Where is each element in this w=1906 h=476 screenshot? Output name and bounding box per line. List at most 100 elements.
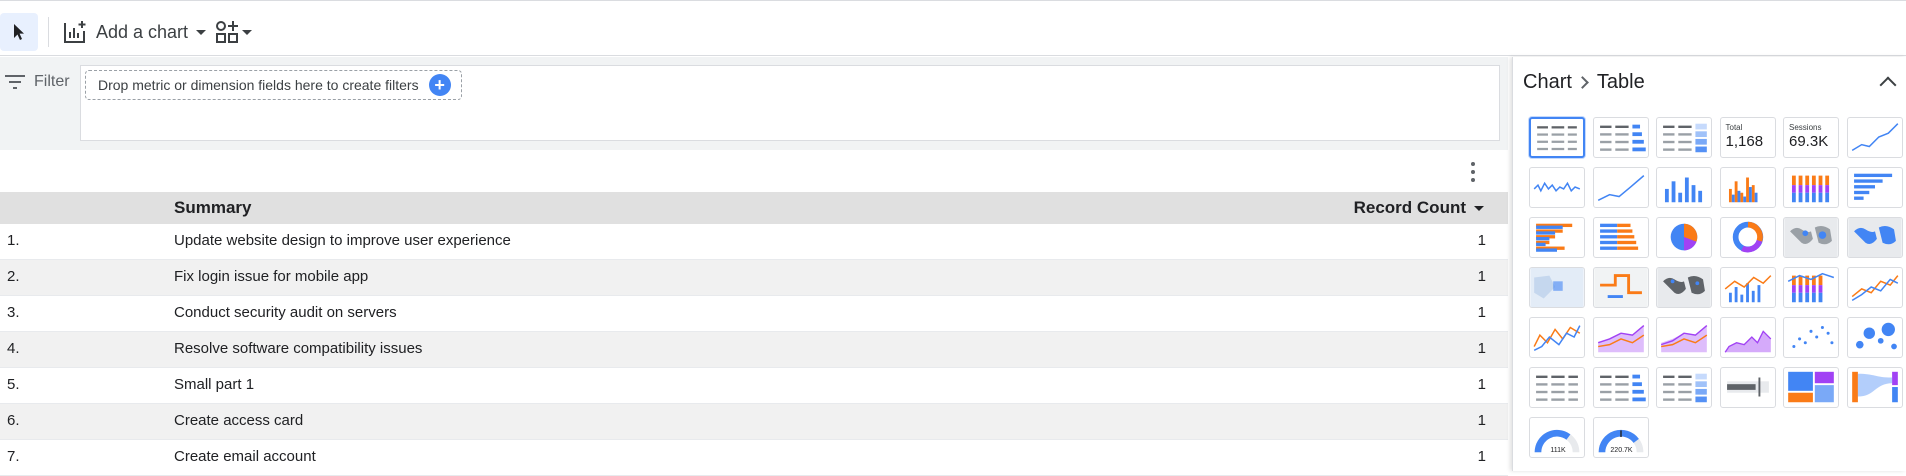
chart-type-table-heatmap[interactable]	[1656, 117, 1712, 158]
chevron-right-icon	[1576, 76, 1589, 89]
chart-thumbnail-icon	[1536, 223, 1573, 252]
chart-type-stacked-column[interactable]	[1783, 167, 1839, 208]
scorecard-label: Sessions	[1789, 123, 1822, 132]
chart-thumbnail-icon	[1536, 375, 1578, 401]
chart-thumbnail-icon	[1599, 374, 1646, 402]
gauge-value: 111K	[1550, 447, 1566, 454]
chart-type-sparkline[interactable]	[1846, 117, 1903, 158]
row-number: 4.	[7, 340, 20, 357]
table-header: Summary Record Count	[0, 192, 1508, 224]
chart-type-smooth-multi-line[interactable]	[1529, 317, 1585, 358]
record-count-label: Record Count	[1353, 198, 1466, 217]
table-row[interactable]: 6. Create access card 1	[0, 404, 1508, 440]
chart-thumbnail-icon	[1851, 371, 1898, 403]
chart-type-scatter[interactable]	[1783, 317, 1839, 358]
chart-type-sankey[interactable]	[1846, 367, 1903, 408]
chart-type-treemap[interactable]	[1783, 367, 1839, 408]
more-options-icon[interactable]	[1466, 160, 1480, 184]
chart-thumbnail-icon	[1851, 123, 1898, 151]
row-record-count: 1	[1477, 376, 1486, 393]
chart-type-google-maps-bubble[interactable]	[1529, 267, 1585, 308]
row-number: 5.	[7, 376, 20, 393]
table-chart[interactable]: Summary Record Count 1. Update website d…	[0, 150, 1508, 476]
chart-type-scorecard-compact[interactable]: Sessions 69.3K	[1783, 117, 1839, 158]
chart-type-stacked-bar[interactable]	[1592, 217, 1649, 258]
table-row[interactable]: 4. Resolve software compatibility issues…	[0, 332, 1508, 368]
chart-thumbnail-icon	[1533, 325, 1581, 352]
chart-type-stacked-area[interactable]	[1656, 317, 1712, 358]
add-chart-icon	[64, 21, 86, 43]
chart-type-stacked-combo[interactable]	[1783, 267, 1839, 308]
chart-thumbnail-icon	[1597, 325, 1644, 353]
table-row[interactable]: 3. Conduct security audit on servers 1	[0, 296, 1508, 332]
add-controls-icon	[216, 21, 238, 43]
sort-descending-icon	[1474, 205, 1484, 211]
chart-type-bar[interactable]	[1846, 167, 1903, 208]
chart-type-smoothed-line[interactable]	[1592, 167, 1649, 208]
filter-bar: Filter Drop metric or dimension fields h…	[0, 57, 1508, 150]
chart-type-grouped-column[interactable]	[1719, 167, 1776, 208]
gauge-value: 220.7K	[1610, 447, 1633, 454]
column-header-summary[interactable]: Summary	[174, 198, 251, 218]
chart-thumbnail-icon	[1670, 223, 1698, 251]
chart-type-gauge[interactable]: 111K	[1529, 417, 1585, 458]
chart-type-grouped-bar[interactable]	[1529, 217, 1585, 258]
chart-type-geo-chart[interactable]	[1846, 217, 1903, 258]
column-header-record-count[interactable]: Record Count	[1354, 198, 1484, 218]
chart-type-area[interactable]	[1592, 317, 1649, 358]
table-row[interactable]: 2. Fix login issue for mobile app 1	[0, 260, 1508, 296]
chart-type-scorecard[interactable]: Total 1,168	[1719, 117, 1776, 158]
add-chart-button[interactable]: Add a chart	[62, 17, 207, 47]
chart-type-column[interactable]	[1656, 167, 1712, 208]
collapse-panel-icon[interactable]	[1879, 76, 1897, 94]
select-tool-button[interactable]	[0, 13, 38, 51]
filter-icon	[5, 75, 25, 89]
row-number: 1.	[7, 232, 20, 249]
row-record-count: 1	[1477, 340, 1486, 357]
table-row[interactable]: 5. Small part 1 1	[0, 368, 1508, 404]
row-summary: Conduct security audit on servers	[174, 304, 397, 321]
chart-type-bubble[interactable]	[1846, 317, 1903, 358]
chart-type-pivot-table-bars[interactable]	[1592, 367, 1649, 408]
chart-type-geo-bubble[interactable]	[1783, 217, 1839, 258]
chart-type-google-maps-filled[interactable]	[1656, 267, 1712, 308]
chart-type-bullet[interactable]	[1719, 367, 1776, 408]
row-record-count: 1	[1477, 304, 1486, 321]
chart-type-line[interactable]	[1846, 267, 1903, 308]
chart-thumbnail-icon	[1663, 373, 1707, 403]
row-number: 6.	[7, 412, 20, 429]
chart-type-google-maps-line[interactable]	[1592, 267, 1649, 308]
table-body: 1. Update website design to improve user…	[0, 224, 1508, 476]
chart-type-table[interactable]	[1529, 117, 1585, 158]
breadcrumb-chart: Chart	[1523, 71, 1572, 93]
chart-thumbnail-icon	[1853, 173, 1892, 200]
chart-type-panel: Chart Table Total 1,168 Sessions 69.3K 111K…	[1512, 57, 1906, 471]
chart-type-100-area[interactable]	[1719, 317, 1776, 358]
chart-thumbnail-icon	[1724, 330, 1771, 353]
filter-drop-hint[interactable]: Drop metric or dimension fields here to …	[85, 70, 462, 100]
add-filter-button[interactable]: +	[428, 74, 451, 96]
filter-label[interactable]: Filter	[4, 73, 70, 91]
filter-drop-zone[interactable]: Drop metric or dimension fields here to …	[80, 65, 1500, 141]
chart-thumbnail-icon	[1593, 268, 1648, 307]
chart-type-pie[interactable]	[1656, 217, 1712, 258]
chart-type-pivot-table[interactable]	[1529, 367, 1585, 408]
chart-thumbnail-icon	[1530, 268, 1584, 307]
scorecard-label: Total	[1725, 123, 1743, 132]
chart-type-donut[interactable]	[1719, 217, 1776, 258]
chart-thumbnail-icon	[1847, 218, 1902, 257]
chart-type-combo[interactable]	[1719, 267, 1776, 308]
table-row[interactable]: 1. Update website design to improve user…	[0, 224, 1508, 260]
drop-hint-text: Drop metric or dimension fields here to …	[98, 77, 419, 93]
chart-thumbnail-icon	[1791, 175, 1830, 203]
toolbar-divider	[48, 17, 49, 47]
chart-type-time-series[interactable]	[1529, 167, 1585, 208]
panel-breadcrumb: Chart Table	[1523, 71, 1645, 94]
row-record-count: 1	[1477, 448, 1486, 465]
toolbar: Add a chart	[0, 0, 1906, 56]
add-control-button[interactable]	[214, 17, 252, 47]
chart-type-gauge-alt[interactable]: 220.7K	[1592, 417, 1649, 458]
chart-type-pivot-table-heatmap[interactable]	[1656, 367, 1712, 408]
chart-type-table-bars[interactable]	[1592, 117, 1649, 158]
scorecard-value: 1,168	[1725, 133, 1764, 150]
